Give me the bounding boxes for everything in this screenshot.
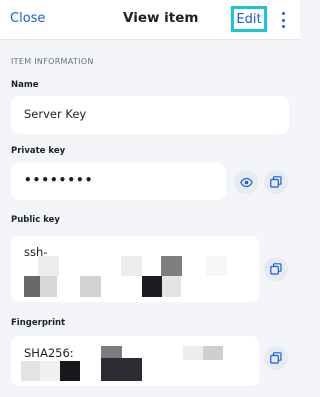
redaction-block bbox=[121, 256, 142, 276]
redaction-block bbox=[203, 346, 223, 360]
private-key-label: Private key bbox=[11, 146, 66, 156]
redaction-block bbox=[101, 358, 142, 381]
toggle-visibility-button[interactable] bbox=[234, 170, 258, 194]
copy-public-key-button[interactable] bbox=[264, 257, 288, 281]
copy-fingerprint-button[interactable] bbox=[264, 346, 288, 370]
name-field: Server Key bbox=[11, 96, 289, 134]
copy-icon bbox=[270, 176, 282, 188]
fingerprint-label: Fingerprint bbox=[11, 318, 66, 328]
copy-private-key-button[interactable] bbox=[264, 170, 288, 194]
public-key-label: Public key bbox=[11, 215, 60, 225]
copy-icon bbox=[270, 352, 282, 364]
redaction-block bbox=[40, 276, 57, 297]
fingerprint-field: SHA256: bbox=[11, 336, 259, 386]
name-label: Name bbox=[11, 80, 39, 90]
close-button[interactable]: Close bbox=[10, 11, 45, 26]
private-key-value: •••••••• bbox=[24, 173, 94, 187]
name-value: Server Key bbox=[24, 107, 87, 121]
redaction-block bbox=[142, 276, 162, 297]
view-item-page: Close View item Edit ITEM INFORMATION Na… bbox=[0, 0, 300, 397]
redaction-block bbox=[60, 361, 80, 381]
page-title: View item bbox=[123, 10, 199, 26]
redaction-block bbox=[80, 276, 101, 297]
fingerprint-value: SHA256: bbox=[24, 346, 74, 360]
copy-icon bbox=[270, 263, 282, 275]
edit-button[interactable]: Edit bbox=[231, 6, 267, 32]
more-vertical-icon[interactable] bbox=[276, 10, 290, 30]
redaction-block bbox=[24, 276, 40, 297]
section-heading: ITEM INFORMATION bbox=[11, 57, 94, 66]
redaction-block bbox=[40, 361, 60, 381]
private-key-field: •••••••• bbox=[11, 163, 226, 200]
redaction-block bbox=[21, 361, 40, 381]
app-header: Close View item Edit bbox=[0, 0, 300, 40]
redaction-block bbox=[161, 256, 182, 276]
public-key-field: ssh- bbox=[11, 236, 259, 302]
redaction-block bbox=[38, 256, 59, 276]
redaction-block bbox=[183, 346, 204, 360]
eye-icon bbox=[239, 177, 253, 187]
redaction-block bbox=[206, 256, 227, 276]
redaction-block bbox=[162, 276, 181, 297]
edit-button-label: Edit bbox=[236, 11, 262, 27]
